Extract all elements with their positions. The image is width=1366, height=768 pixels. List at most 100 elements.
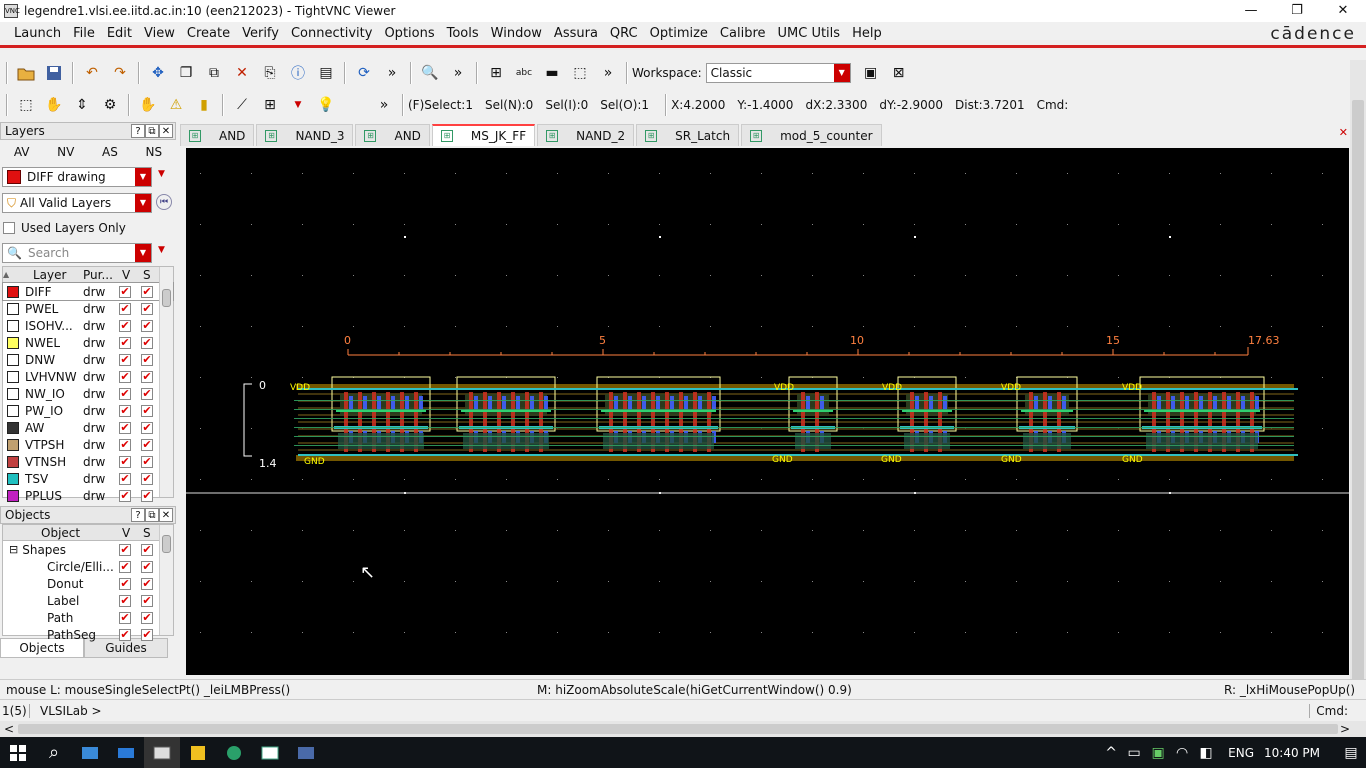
select-mode-icon[interactable]: ⬚ xyxy=(14,93,38,117)
object-row[interactable]: Donut ✔ ✔ xyxy=(3,575,173,592)
search-menu-icon[interactable]: ▼ xyxy=(158,245,165,255)
tab-mod-5-counter[interactable]: ⊞ mod_5_counter xyxy=(741,124,882,146)
refresh-icon[interactable]: ⟳ xyxy=(352,61,376,85)
object-row[interactable]: PathSeg ✔ ✔ xyxy=(3,626,173,643)
selectable-checkbox[interactable]: ✔ xyxy=(141,489,153,502)
command-input[interactable]: VLSILab > xyxy=(40,704,1309,718)
menu-edit[interactable]: Edit xyxy=(101,26,138,41)
scroll-right-icon[interactable]: > xyxy=(1340,722,1350,736)
selectable-checkbox[interactable]: ✔ xyxy=(141,594,153,607)
properties-icon[interactable]: ⓘ xyxy=(286,61,310,85)
layer-row[interactable]: VTPSH drw ✔ ✔ xyxy=(3,436,173,453)
visible-checkbox[interactable]: ✔ xyxy=(119,319,131,332)
edge-icon[interactable] xyxy=(216,737,252,768)
menu-qrc[interactable]: QRC xyxy=(604,26,644,41)
align-icon[interactable]: ▤ xyxy=(314,61,338,85)
layer-row[interactable]: VTNSH drw ✔ ✔ xyxy=(3,453,173,470)
selectable-checkbox[interactable]: ✔ xyxy=(141,455,153,468)
visible-checkbox[interactable]: ✔ xyxy=(119,560,131,573)
tab-as[interactable]: AS xyxy=(102,145,118,159)
menu-file[interactable]: File xyxy=(67,26,101,41)
layer-row[interactable]: LVHVNW drw ✔ ✔ xyxy=(3,368,173,385)
vertical-scroll-thumb[interactable] xyxy=(1352,100,1364,704)
menu-window[interactable]: Window xyxy=(485,26,548,41)
menu-optimize[interactable]: Optimize xyxy=(644,26,714,41)
visible-checkbox[interactable]: ✔ xyxy=(119,455,131,468)
selectable-checkbox[interactable]: ✔ xyxy=(141,472,153,485)
used-layers-checkbox[interactable] xyxy=(3,222,15,234)
rename-icon[interactable]: ⎘ xyxy=(258,61,282,85)
network-status-icon[interactable]: ▣ xyxy=(1146,737,1170,768)
layout-canvas[interactable]: 0 5 10 15 17.63 0 1.4 VDD VDD VDD VDD VD… xyxy=(186,148,1349,675)
clock[interactable]: 10:40 PM xyxy=(1264,746,1320,760)
help-icon[interactable]: ? xyxy=(131,124,145,138)
mail-icon[interactable] xyxy=(108,737,144,768)
workspace-delete-icon[interactable]: ⊠ xyxy=(887,61,911,85)
undo-icon[interactable]: ↶ xyxy=(80,61,104,85)
vertical-scrollbar[interactable]: ▼ xyxy=(1350,60,1366,720)
layer-scroll-thumb[interactable] xyxy=(162,289,171,307)
rewind-icon[interactable]: ⏮ xyxy=(156,194,172,210)
menu-help[interactable]: Help xyxy=(846,26,888,41)
object-row[interactable]: Path ✔ ✔ xyxy=(3,609,173,626)
col-selectable[interactable]: S xyxy=(143,526,151,540)
select-icon[interactable]: ⬚ xyxy=(568,61,592,85)
warning-icon[interactable]: ⚠ xyxy=(164,93,188,117)
toolbar-overflow-icon[interactable]: » xyxy=(380,61,404,85)
marker-icon[interactable]: ▮ xyxy=(192,93,216,117)
col-visible[interactable]: V xyxy=(122,526,130,540)
workspace-select[interactable]: Classic ▼ xyxy=(705,63,851,83)
toolbar-overflow-icon-3[interactable]: » xyxy=(596,61,620,85)
visible-checkbox[interactable]: ✔ xyxy=(119,489,131,502)
layer-row[interactable]: PWEL drw ✔ ✔ xyxy=(3,300,173,317)
visible-checkbox[interactable]: ✔ xyxy=(119,628,131,641)
layer-search-input[interactable]: 🔍 Search ▼ xyxy=(2,243,152,263)
layer-row[interactable]: PPLUS drw ✔ ✔ xyxy=(3,487,173,504)
move-icon[interactable]: ✥ xyxy=(146,61,170,85)
selectable-checkbox[interactable]: ✔ xyxy=(141,611,153,624)
current-layer-select[interactable]: DIFF drawing ▼ xyxy=(2,167,152,187)
col-layer[interactable]: Layer xyxy=(33,268,66,282)
visible-checkbox[interactable]: ✔ xyxy=(119,611,131,624)
visible-checkbox[interactable]: ✔ xyxy=(119,387,131,400)
toolbar2-overflow-icon[interactable]: » xyxy=(372,93,396,117)
menu-calibre[interactable]: Calibre xyxy=(714,26,772,41)
notifications-icon[interactable]: ▤ xyxy=(1336,737,1366,768)
menu-view[interactable]: View xyxy=(138,26,181,41)
close-icon[interactable]: ✕ xyxy=(159,508,173,522)
selectable-checkbox[interactable]: ✔ xyxy=(141,285,153,298)
layer-menu-icon[interactable]: ▼ xyxy=(158,169,165,179)
close-tab-icon[interactable]: ✕ xyxy=(1339,126,1348,139)
selectable-checkbox[interactable]: ✔ xyxy=(141,438,153,451)
selectable-checkbox[interactable]: ✔ xyxy=(141,577,153,590)
tab-ms-jk-ff[interactable]: ⊞ MS_JK_FF xyxy=(431,124,536,146)
vnc-taskbar-icon[interactable] xyxy=(144,737,180,768)
close-button[interactable]: ✕ xyxy=(1320,0,1366,22)
workspace-save-icon[interactable]: ▣ xyxy=(859,61,883,85)
minimize-button[interactable]: — xyxy=(1228,0,1274,22)
language-indicator[interactable]: ENG xyxy=(1228,746,1254,760)
menu-options[interactable]: Options xyxy=(378,26,440,41)
close-icon[interactable]: ✕ xyxy=(159,124,173,138)
abc-label-icon[interactable]: abc xyxy=(512,61,536,85)
menu-umc-utils[interactable]: UMC Utils xyxy=(772,26,847,41)
object-scrollbar[interactable] xyxy=(159,525,173,635)
object-row[interactable]: Circle/Elli... ✔ ✔ xyxy=(3,558,173,575)
visible-checkbox[interactable]: ✔ xyxy=(119,472,131,485)
open-folder-icon[interactable] xyxy=(14,61,38,85)
tab-nand-3[interactable]: ⊞ NAND_3 xyxy=(256,124,354,146)
volume-icon[interactable]: ◧ xyxy=(1194,737,1218,768)
col-object[interactable]: Object xyxy=(41,526,80,540)
float-icon[interactable]: ⧉ xyxy=(145,124,159,138)
pan-icon[interactable]: ✋ xyxy=(42,93,66,117)
ruler-icon[interactable]: ⇕ xyxy=(70,93,94,117)
layer-filter-select[interactable]: ⛉ All Valid Layers ▼ xyxy=(2,193,152,213)
tray-expand-icon[interactable]: ^ xyxy=(1100,737,1122,768)
tree-collapse-icon[interactable]: ⊟ xyxy=(9,543,18,556)
maximize-button[interactable]: ❐ xyxy=(1274,0,1320,22)
sticky-notes-icon[interactable] xyxy=(180,737,216,768)
selectable-checkbox[interactable]: ✔ xyxy=(141,370,153,383)
delete-icon[interactable]: ✕ xyxy=(230,61,254,85)
tab-av[interactable]: AV xyxy=(14,145,30,159)
visible-checkbox[interactable]: ✔ xyxy=(119,370,131,383)
